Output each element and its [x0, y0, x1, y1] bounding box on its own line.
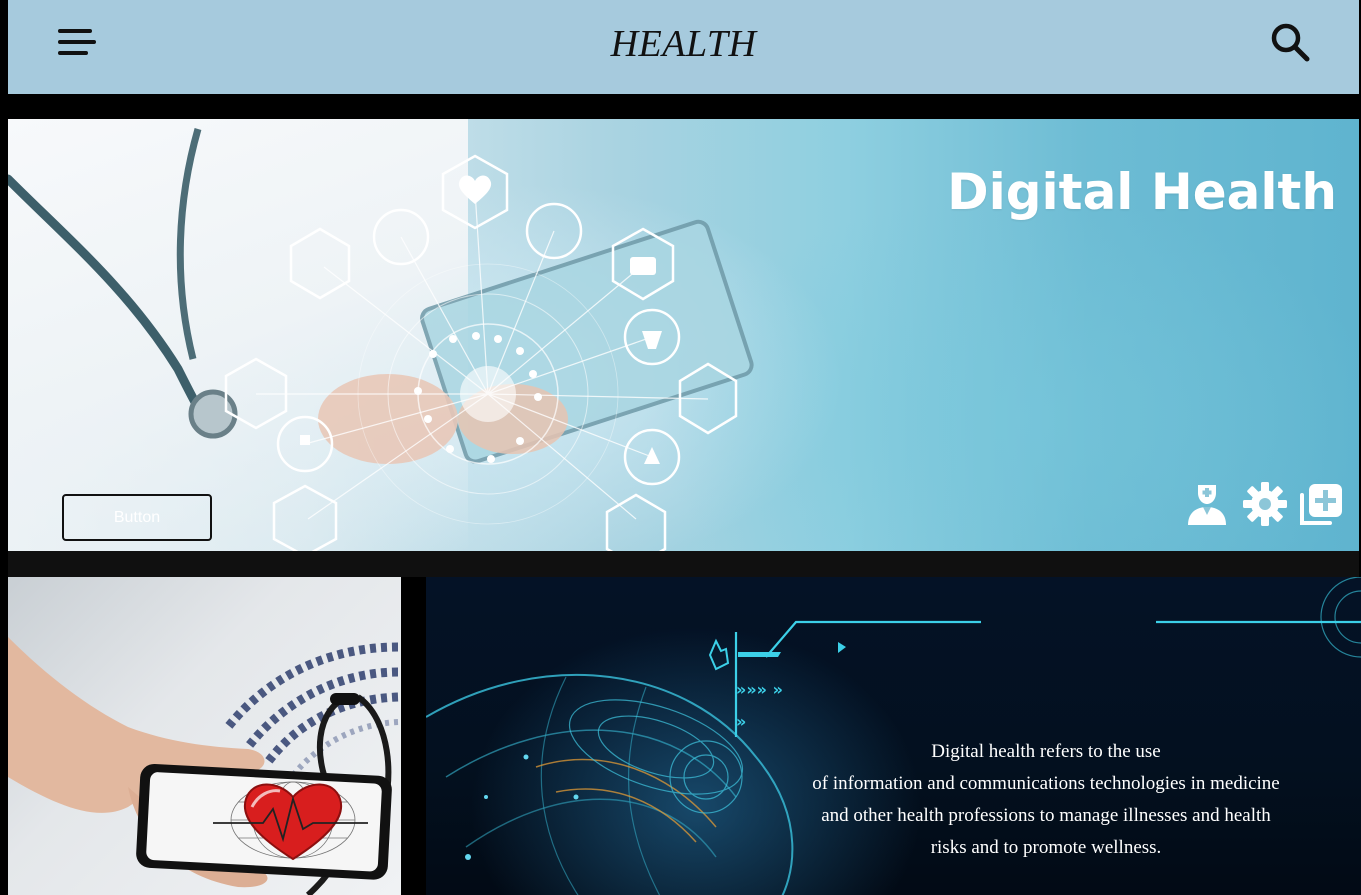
- info-line: of information and communications techno…: [812, 773, 1280, 794]
- search-icon[interactable]: [1270, 22, 1310, 62]
- info-line: risks and to promote wellness.: [930, 837, 1162, 858]
- hero-banner: Digital Health Button: [8, 119, 1359, 551]
- hero-title: Digital Health: [947, 163, 1337, 221]
- hero-button[interactable]: Button: [62, 494, 212, 541]
- gear-icon[interactable]: [1242, 481, 1288, 527]
- svg-text:»»» »: »»» »: [736, 680, 783, 699]
- heart-phone-image: [8, 577, 401, 895]
- hero-icon-group: [1184, 481, 1344, 529]
- top-header: HEALTH: [8, 0, 1359, 94]
- info-line: and other health professions to manage i…: [821, 805, 1271, 826]
- site-title: HEALTH: [610, 23, 757, 65]
- info-description: Digital health refers to the use of info…: [776, 736, 1316, 864]
- page: HEALTH Digital Health Button »»» » » Dig…: [0, 0, 1361, 895]
- doctor-icon[interactable]: [1184, 481, 1230, 527]
- info-panel: »»» » » Digital health refers to the use…: [426, 577, 1361, 895]
- heart-phone-graphic: [8, 637, 399, 895]
- svg-text:»: »: [736, 712, 746, 731]
- info-line: Digital health refers to the use: [931, 741, 1161, 762]
- add-item-icon[interactable]: [1298, 481, 1344, 527]
- section-divider: [8, 551, 1359, 577]
